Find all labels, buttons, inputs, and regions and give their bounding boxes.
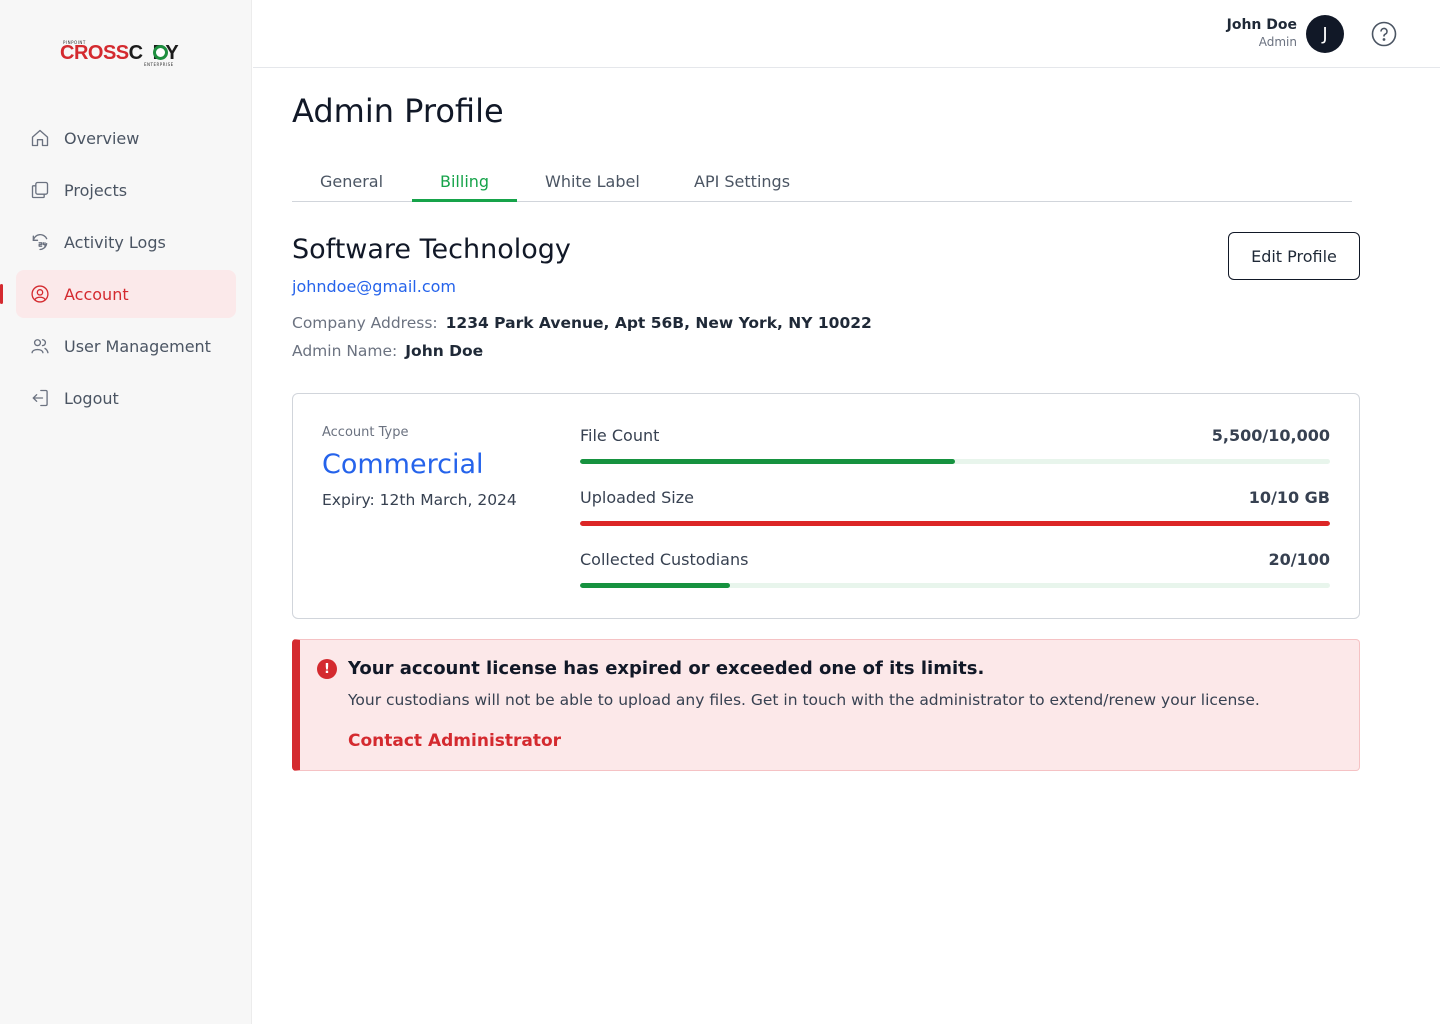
company-name: Software Technology — [292, 234, 571, 265]
crosscopy-logo[interactable]: PINPOINT CROSSCPY ENTERPRISE — [60, 40, 190, 68]
metric-value: 5,500/10,000 — [1211, 426, 1330, 445]
admin-name-row: Admin Name: John Doe — [292, 342, 483, 360]
sidebar-item-label: Activity Logs — [64, 232, 166, 252]
sidebar-item-overview[interactable]: Overview — [16, 114, 236, 162]
user-role: Admin — [1258, 35, 1297, 49]
users-icon — [30, 336, 50, 356]
alert-circle-icon: ! — [317, 659, 337, 679]
alert-title: Your account license has expired or exce… — [348, 658, 985, 679]
folders-icon — [30, 180, 50, 200]
metric-collected-custodians: Collected Custodians 20/100 — [580, 550, 1330, 590]
sidebar-item-label: User Management — [64, 336, 211, 356]
company-address-value: 1234 Park Avenue, Apt 56B, New York, NY … — [445, 314, 872, 332]
sidebar-item-activity-logs[interactable]: Activity Logs — [16, 218, 236, 266]
metric-label: File Count — [580, 426, 660, 445]
tab-bar: General Billing White Label API Settings — [292, 160, 1352, 202]
help-circle-icon[interactable] — [1371, 21, 1397, 47]
billing-usage-card: Account Type Commercial Expiry: 12th Mar… — [292, 393, 1360, 619]
history-24-icon — [30, 232, 50, 252]
avatar[interactable]: J — [1306, 15, 1344, 53]
sidebar-item-label: Logout — [64, 388, 119, 408]
logo-suffix: ENTERPRISE — [144, 62, 174, 67]
metric-uploaded-size: Uploaded Size 10/10 GB — [580, 488, 1330, 528]
account-type-label: Account Type — [322, 425, 409, 440]
sidebar-item-label: Projects — [64, 180, 128, 200]
user-info[interactable]: John Doe Admin — [1227, 17, 1297, 49]
sidebar-nav: Overview Projects Activity Logs Account … — [16, 114, 236, 426]
active-tab-underline — [412, 199, 517, 202]
license-alert: ! Your account license has expired or ex… — [292, 639, 1360, 771]
metric-label: Uploaded Size — [580, 488, 694, 507]
sidebar-item-user-management[interactable]: User Management — [16, 322, 236, 370]
expiry-date: Expiry: 12th March, 2024 — [322, 491, 517, 509]
account-type-value: Commercial — [322, 449, 484, 480]
tab-white-label[interactable]: White Label — [545, 172, 640, 191]
progress-track — [580, 521, 1330, 526]
sidebar-item-account[interactable]: Account — [16, 270, 236, 318]
page-title: Admin Profile — [292, 92, 504, 130]
contact-administrator-link[interactable]: Contact Administrator — [348, 731, 561, 751]
progress-fill — [580, 459, 955, 464]
sidebar-item-label: Account — [64, 284, 129, 304]
tab-general[interactable]: General — [320, 172, 383, 191]
progress-fill — [580, 583, 730, 588]
tab-billing[interactable]: Billing — [440, 172, 489, 191]
metric-value: 20/100 — [1268, 550, 1330, 569]
tab-api-settings[interactable]: API Settings — [694, 172, 790, 191]
progress-fill — [580, 521, 1330, 526]
metric-value: 10/10 GB — [1248, 488, 1330, 507]
logout-icon — [30, 388, 50, 408]
progress-track — [580, 459, 1330, 464]
sidebar-item-projects[interactable]: Projects — [16, 166, 236, 214]
user-name: John Doe — [1226, 17, 1297, 33]
user-circle-icon — [30, 284, 50, 304]
top-bar: John Doe Admin J — [253, 0, 1440, 68]
admin-name-label: Admin Name: — [292, 342, 398, 360]
metric-label: Collected Custodians — [580, 550, 749, 569]
sidebar-item-label: Overview — [64, 128, 140, 148]
active-nav-indicator — [0, 284, 3, 304]
admin-name-value: John Doe — [405, 342, 484, 360]
sidebar: PINPOINT CROSSCPY ENTERPRISE Overview Pr… — [0, 0, 252, 1024]
edit-profile-button[interactable]: Edit Profile — [1228, 232, 1360, 280]
logo-check-icon — [153, 45, 168, 60]
metric-file-count: File Count 5,500/10,000 — [580, 426, 1330, 466]
progress-track — [580, 583, 1330, 588]
email-link[interactable]: johndoe@gmail.com — [292, 277, 456, 296]
company-address-label: Company Address: — [292, 314, 438, 332]
home-icon — [30, 128, 50, 148]
company-address-row: Company Address: 1234 Park Avenue, Apt 56… — [292, 314, 872, 332]
sidebar-item-logout[interactable]: Logout — [16, 374, 236, 422]
alert-message: Your custodians will not be able to uplo… — [348, 691, 1260, 709]
